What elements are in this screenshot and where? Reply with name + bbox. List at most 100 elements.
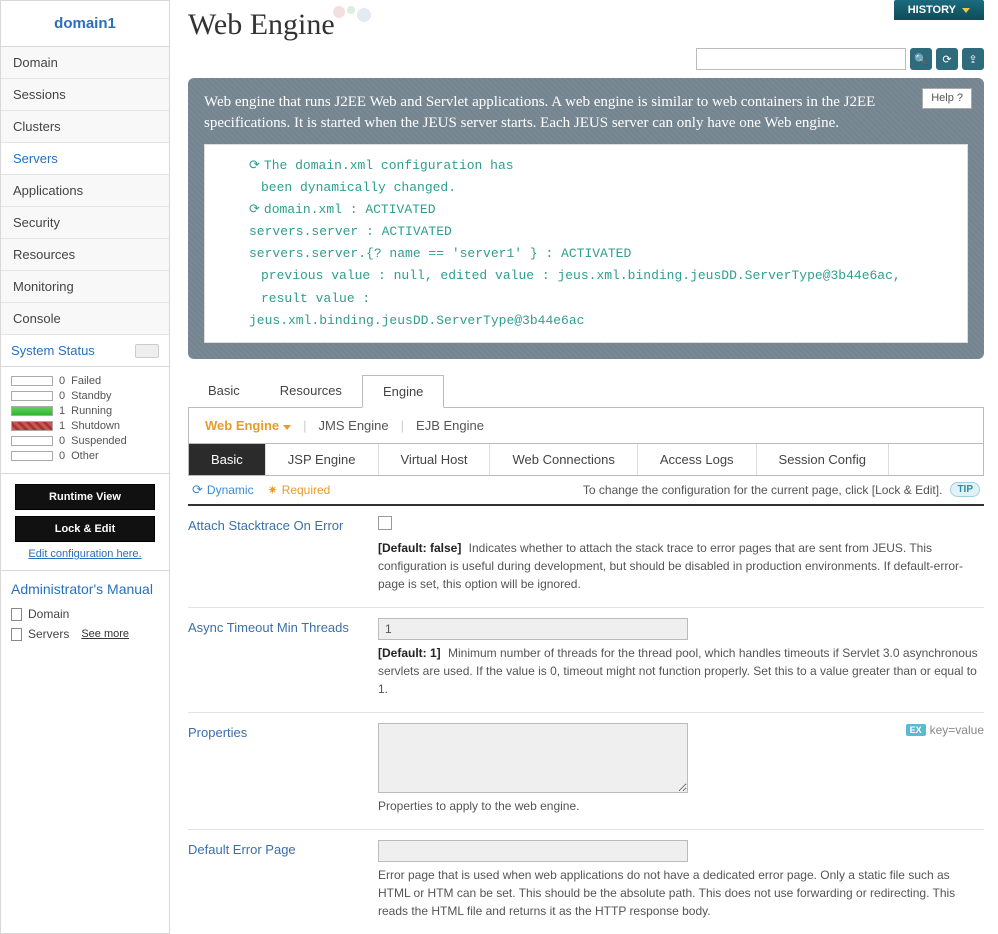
status-count: 0 bbox=[59, 435, 65, 447]
description-text: Web engine that runs J2EE Web and Servle… bbox=[204, 92, 968, 134]
status-label: Standby bbox=[71, 390, 111, 402]
history-button[interactable]: HISTORY bbox=[894, 0, 984, 20]
domain-title[interactable]: domain1 bbox=[1, 1, 169, 47]
status-row: 0 Standby bbox=[11, 390, 159, 402]
nav-item-resources[interactable]: Resources bbox=[1, 239, 169, 271]
status-bar-icon bbox=[11, 406, 53, 416]
required-legend: Required bbox=[268, 483, 331, 497]
tab-separator: | bbox=[401, 418, 404, 433]
field-description: Error page that is used when web applica… bbox=[378, 866, 984, 920]
nav-item-monitoring[interactable]: Monitoring bbox=[1, 271, 169, 303]
main-nav: DomainSessionsClustersServersApplication… bbox=[1, 47, 169, 335]
document-icon bbox=[11, 628, 22, 641]
status-row: 0 Other bbox=[11, 450, 159, 462]
help-button[interactable]: Help ? bbox=[922, 88, 972, 109]
nav-item-console[interactable]: Console bbox=[1, 303, 169, 335]
textarea-input[interactable] bbox=[378, 723, 688, 793]
status-list: 0Failed0Standby1Running1Shutdown0Suspend… bbox=[1, 367, 169, 474]
field-description: [Default: false] Indicates whether to at… bbox=[378, 539, 984, 593]
status-row: 1Running bbox=[11, 405, 159, 417]
checkbox[interactable] bbox=[378, 516, 392, 530]
log-line: ⟳The domain.xml configuration has bbox=[219, 155, 953, 177]
dynamic-legend: Dynamic bbox=[192, 482, 254, 498]
log-line: jeus.xml.binding.jeusDD.ServerType@3b44e… bbox=[219, 310, 953, 332]
log-line: ⟳domain.xml : ACTIVATED bbox=[219, 199, 953, 221]
manual-item-label: Servers bbox=[28, 627, 69, 641]
field-body: EX key=value Properties to apply to the … bbox=[378, 723, 984, 815]
subsubtab-jsp-engine[interactable]: JSP Engine bbox=[266, 444, 379, 475]
status-bar-icon bbox=[11, 436, 53, 446]
nav-item-security[interactable]: Security bbox=[1, 207, 169, 239]
legend-row: Dynamic Required To change the configura… bbox=[188, 476, 984, 506]
status-count: 0 bbox=[59, 390, 65, 402]
nav-item-servers[interactable]: Servers bbox=[1, 143, 169, 175]
subsubtab-web-connections[interactable]: Web Connections bbox=[490, 444, 637, 475]
subsubtab-basic[interactable]: Basic bbox=[189, 444, 266, 475]
status-row: 0 Failed bbox=[11, 375, 159, 387]
chevron-down-icon bbox=[283, 425, 291, 430]
status-bar-icon bbox=[11, 421, 53, 431]
tab-resources[interactable]: Resources bbox=[260, 375, 362, 407]
subtab-ejb-engine[interactable]: EJB Engine bbox=[416, 418, 484, 433]
tab-engine[interactable]: Engine bbox=[362, 375, 444, 408]
text-input[interactable] bbox=[378, 618, 688, 640]
legend-right: To change the configuration for the curr… bbox=[583, 482, 980, 497]
legend-left: Dynamic Required bbox=[192, 482, 330, 498]
log-line: servers.server : ACTIVATED bbox=[219, 221, 953, 243]
form-row: Async Timeout Min Threads[Default: 1] Mi… bbox=[188, 607, 984, 712]
nav-item-domain[interactable]: Domain bbox=[1, 47, 169, 79]
edit-configuration-link[interactable]: Edit configuration here. bbox=[11, 548, 159, 560]
subtab-jms-engine[interactable]: JMS Engine bbox=[319, 418, 389, 433]
manual-item[interactable]: Servers See more bbox=[11, 627, 159, 641]
field-label: Attach Stacktrace On Error bbox=[188, 516, 378, 593]
status-count: 0 bbox=[59, 450, 65, 462]
status-count: 0 bbox=[59, 375, 65, 387]
nav-item-sessions[interactable]: Sessions bbox=[1, 79, 169, 111]
refresh-icon: ⟳ bbox=[249, 202, 260, 217]
field-body: [Default: false] Indicates whether to at… bbox=[378, 516, 984, 593]
lock-edit-button[interactable]: Lock & Edit bbox=[15, 516, 155, 542]
nav-item-clusters[interactable]: Clusters bbox=[1, 111, 169, 143]
log-line: servers.server.{? name == 'server1' } : … bbox=[219, 243, 953, 265]
refresh-icon[interactable]: ⟳ bbox=[936, 48, 958, 70]
form-row: Attach Stacktrace On Error[Default: fals… bbox=[188, 506, 984, 607]
subsubtab-virtual-host[interactable]: Virtual Host bbox=[379, 444, 491, 475]
form-row: Default Error Page Error page that is us… bbox=[188, 829, 984, 934]
nav-item-applications[interactable]: Applications bbox=[1, 175, 169, 207]
kv-hint: EX key=value bbox=[906, 723, 984, 737]
example-badge: EX bbox=[906, 724, 926, 736]
form-row: PropertiesEX key=value Properties to app… bbox=[188, 712, 984, 829]
status-label: Shutdown bbox=[71, 420, 120, 432]
tabs-level3: BasicJSP EngineVirtual HostWeb Connectio… bbox=[188, 444, 984, 476]
status-label: Other bbox=[71, 450, 99, 462]
status-bar-icon bbox=[11, 391, 53, 401]
title-decoration bbox=[333, 4, 371, 21]
document-icon bbox=[11, 608, 22, 621]
text-input[interactable] bbox=[378, 840, 688, 862]
search-input[interactable] bbox=[696, 48, 906, 70]
history-label: HISTORY bbox=[908, 4, 956, 16]
subtab-web-engine[interactable]: Web Engine bbox=[205, 418, 291, 433]
manual-item[interactable]: Domain bbox=[11, 607, 159, 621]
subsubtab-session-config[interactable]: Session Config bbox=[757, 444, 889, 475]
page-title: Web Engine bbox=[188, 8, 335, 42]
field-label: Default Error Page bbox=[188, 840, 378, 920]
subsubtab-access-logs[interactable]: Access Logs bbox=[638, 444, 757, 475]
status-expand-icon[interactable] bbox=[135, 344, 159, 358]
tip-badge[interactable]: TIP bbox=[950, 482, 980, 497]
status-count: 1 bbox=[59, 405, 65, 417]
runtime-view-button[interactable]: Runtime View bbox=[15, 484, 155, 510]
search-icon[interactable]: 🔍 bbox=[910, 48, 932, 70]
default-label: [Default: 1] bbox=[378, 646, 441, 660]
legend-hint: To change the configuration for the curr… bbox=[583, 483, 943, 497]
field-body: [Default: 1] Minimum number of threads f… bbox=[378, 618, 984, 698]
see-more-link[interactable]: See more bbox=[81, 628, 129, 640]
tab-basic[interactable]: Basic bbox=[188, 375, 260, 407]
system-status-label: System Status bbox=[11, 343, 95, 358]
field-description: [Default: 1] Minimum number of threads f… bbox=[378, 644, 984, 698]
log-line: previous value : null, edited value : je… bbox=[219, 265, 953, 309]
status-label: Failed bbox=[71, 375, 101, 387]
log-box: ⟳The domain.xml configuration hasbeen dy… bbox=[204, 144, 968, 343]
status-bar-icon bbox=[11, 376, 53, 386]
export-icon[interactable]: ⇪ bbox=[962, 48, 984, 70]
